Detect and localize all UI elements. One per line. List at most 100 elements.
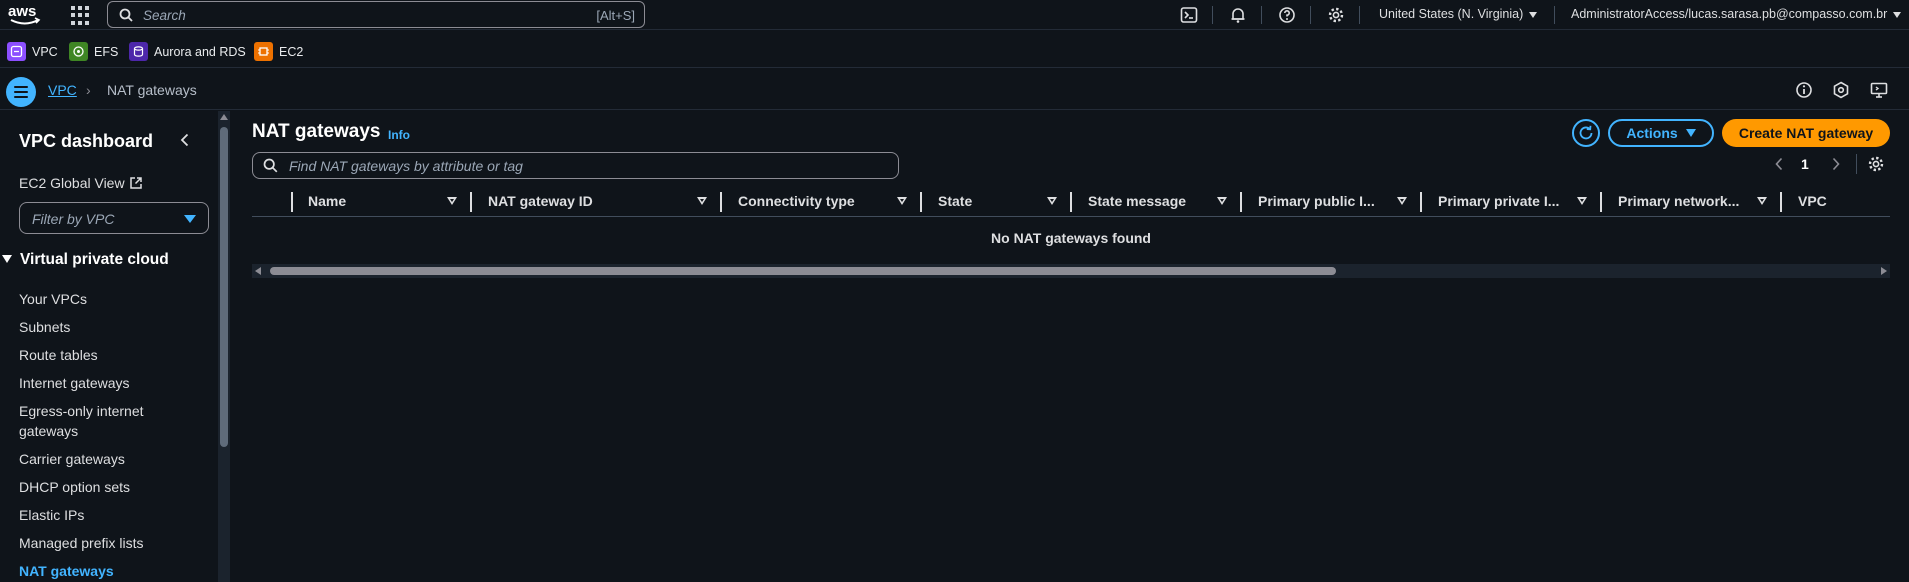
sidebar-item-elastic-ips[interactable]: Elastic IPs bbox=[19, 505, 84, 525]
column-header-connectivity-type[interactable]: Connectivity type bbox=[738, 193, 855, 209]
search-shortcut: [Alt+S] bbox=[596, 8, 635, 23]
settings-gear-icon[interactable] bbox=[1327, 6, 1345, 24]
column-divider[interactable] bbox=[470, 192, 472, 212]
feedback-icon[interactable] bbox=[1832, 81, 1850, 99]
info-link[interactable]: Info bbox=[388, 128, 410, 142]
favorite-ec2[interactable]: EC2 bbox=[254, 42, 303, 61]
sidebar-item-egress-only-internet-gateways[interactable]: Egress-only internet gateways bbox=[19, 401, 169, 441]
filter-by-vpc-select[interactable]: Filter by VPC bbox=[19, 202, 209, 234]
table-preferences-gear-icon[interactable] bbox=[1867, 155, 1885, 173]
favorite-label: EFS bbox=[94, 44, 119, 59]
chevron-down-icon bbox=[1529, 11, 1538, 18]
scroll-up-arrow-icon[interactable] bbox=[220, 114, 228, 120]
notifications-bell-icon[interactable] bbox=[1229, 6, 1247, 24]
svg-text:aws: aws bbox=[8, 3, 36, 20]
search-icon bbox=[119, 8, 133, 22]
sort-icon[interactable] bbox=[897, 197, 907, 205]
sidebar-item-label: EC2 Global View bbox=[19, 175, 125, 191]
sort-icon[interactable] bbox=[1577, 197, 1587, 205]
close-sidebar-icon[interactable] bbox=[176, 131, 194, 149]
favorite-label: EC2 bbox=[279, 44, 304, 59]
sidebar-item-dhcp-option-sets[interactable]: DHCP option sets bbox=[19, 477, 130, 497]
hamburger-menu-icon[interactable] bbox=[6, 77, 36, 107]
search-icon bbox=[263, 158, 278, 173]
help-icon[interactable] bbox=[1278, 6, 1296, 24]
column-header-primary-private-ip[interactable]: Primary private I... bbox=[1438, 193, 1559, 209]
favorite-vpc[interactable]: VPC bbox=[7, 42, 58, 61]
find-placeholder: Find NAT gateways by attribute or tag bbox=[289, 158, 523, 174]
sidebar-item-ec2-global-view[interactable]: EC2 Global View bbox=[19, 175, 143, 191]
current-page-number[interactable]: 1 bbox=[1801, 156, 1809, 172]
services-menu-icon[interactable] bbox=[71, 6, 90, 25]
favorite-label: Aurora and RDS bbox=[154, 44, 246, 59]
column-header-name[interactable]: Name bbox=[308, 193, 346, 209]
column-divider[interactable] bbox=[920, 192, 922, 212]
favorite-efs[interactable]: EFS bbox=[69, 42, 118, 61]
breadcrumb-current: NAT gateways bbox=[107, 82, 197, 98]
favorite-aurora-rds[interactable]: Aurora and RDS bbox=[129, 42, 246, 61]
rds-icon bbox=[129, 42, 148, 61]
sidebar-item-internet-gateways[interactable]: Internet gateways bbox=[19, 373, 130, 393]
sidebar-item-your-vpcs[interactable]: Your VPCs bbox=[19, 289, 87, 309]
sidebar-title[interactable]: VPC dashboard bbox=[19, 131, 153, 152]
create-nat-gateway-button[interactable]: Create NAT gateway bbox=[1722, 119, 1890, 147]
column-header-state[interactable]: State bbox=[938, 193, 972, 209]
scroll-right-arrow-icon[interactable] bbox=[1881, 267, 1887, 275]
region-selector[interactable]: United States (N. Virginia) bbox=[1379, 7, 1538, 21]
top-navigation: aws Search [Alt+S] United States (N. Vir… bbox=[0, 0, 1909, 30]
column-header-nat-gateway-id[interactable]: NAT gateway ID bbox=[488, 193, 593, 209]
breadcrumb-bar: VPC › NAT gateways bbox=[0, 70, 1909, 110]
column-divider[interactable] bbox=[1420, 192, 1422, 212]
scroll-left-arrow-icon[interactable] bbox=[255, 267, 261, 275]
section-label: Virtual private cloud bbox=[20, 251, 169, 268]
chevron-right-icon: › bbox=[86, 82, 91, 98]
sidebar-item-route-tables[interactable]: Route tables bbox=[19, 345, 98, 365]
scrollbar-thumb[interactable] bbox=[220, 127, 228, 447]
external-link-icon bbox=[129, 177, 142, 189]
find-nat-gateways-input[interactable]: Find NAT gateways by attribute or tag bbox=[252, 152, 899, 179]
pager-divider bbox=[1856, 154, 1857, 174]
expand-triangle-icon bbox=[2, 255, 12, 263]
sort-icon[interactable] bbox=[697, 197, 707, 205]
info-panel-icon[interactable] bbox=[1795, 81, 1813, 99]
next-page-icon[interactable] bbox=[1831, 157, 1841, 171]
sort-icon[interactable] bbox=[1047, 197, 1057, 205]
sidebar-item-carrier-gateways[interactable]: Carrier gateways bbox=[19, 449, 125, 469]
sidebar-scrollbar[interactable] bbox=[218, 111, 230, 582]
account-label: AdministratorAccess/lucas.sarasa.pb@comp… bbox=[1571, 7, 1888, 21]
global-search-input[interactable]: Search [Alt+S] bbox=[107, 1, 645, 28]
column-divider[interactable] bbox=[1240, 192, 1242, 212]
cloudshell-icon[interactable] bbox=[1180, 6, 1198, 24]
section-virtual-private-cloud[interactable]: Virtual private cloud bbox=[2, 251, 169, 269]
column-divider bbox=[291, 192, 293, 212]
account-menu[interactable]: AdministratorAccess/lucas.sarasa.pb@comp… bbox=[1571, 7, 1902, 21]
column-divider[interactable] bbox=[1070, 192, 1072, 212]
sidebar-item-subnets[interactable]: Subnets bbox=[19, 317, 70, 337]
caret-down-icon bbox=[1685, 129, 1696, 137]
sort-icon[interactable] bbox=[1217, 197, 1227, 205]
breadcrumb-vpc-link[interactable]: VPC bbox=[48, 82, 77, 98]
sort-icon[interactable] bbox=[447, 197, 457, 205]
column-divider[interactable] bbox=[720, 192, 722, 212]
column-header-primary-network-interface[interactable]: Primary network... bbox=[1618, 193, 1739, 209]
column-divider[interactable] bbox=[1780, 192, 1782, 212]
page-title: NAT gateways bbox=[252, 121, 381, 142]
tutorial-panel-icon[interactable] bbox=[1870, 81, 1888, 99]
refresh-button[interactable] bbox=[1572, 119, 1600, 147]
sort-icon[interactable] bbox=[1757, 197, 1767, 205]
sidebar-item-nat-gateways[interactable]: NAT gateways bbox=[19, 561, 114, 581]
refresh-icon bbox=[1579, 125, 1593, 140]
actions-button[interactable]: Actions bbox=[1608, 119, 1714, 147]
scrollbar-thumb[interactable] bbox=[270, 267, 1336, 275]
sidebar-item-managed-prefix-lists[interactable]: Managed prefix lists bbox=[19, 533, 144, 553]
sort-icon[interactable] bbox=[1397, 197, 1407, 205]
column-divider[interactable] bbox=[1600, 192, 1602, 212]
column-header-primary-public-ip[interactable]: Primary public I... bbox=[1258, 193, 1375, 209]
aws-logo[interactable]: aws bbox=[8, 2, 42, 28]
efs-icon bbox=[69, 42, 88, 61]
column-header-vpc[interactable]: VPC bbox=[1798, 193, 1827, 209]
side-navigation: VPC dashboard EC2 Global View Filter by … bbox=[0, 111, 230, 582]
column-header-state-message[interactable]: State message bbox=[1088, 193, 1186, 209]
previous-page-icon[interactable] bbox=[1774, 157, 1784, 171]
table-horizontal-scrollbar[interactable] bbox=[252, 264, 1890, 278]
